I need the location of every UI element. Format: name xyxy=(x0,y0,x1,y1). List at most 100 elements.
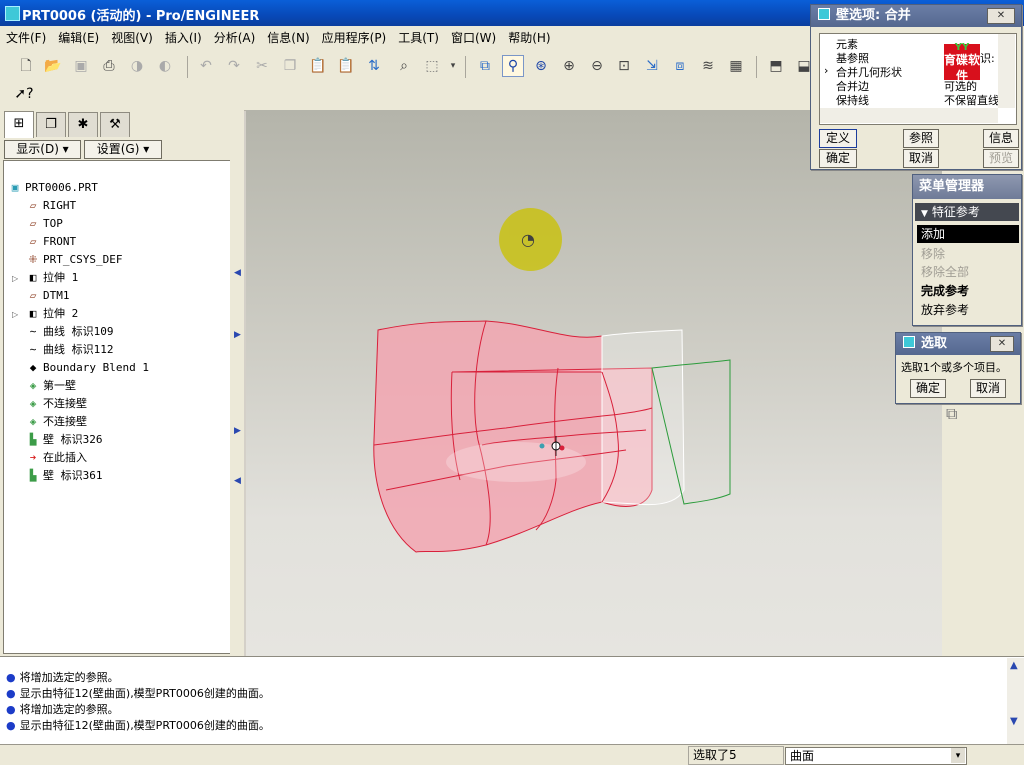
element-row-name[interactable]: 保持线 xyxy=(836,92,869,108)
cancel-button[interactable]: 取消 xyxy=(970,379,1006,398)
tree-item[interactable]: ∼ 曲线 标识112 xyxy=(26,341,114,359)
model-surfaces[interactable] xyxy=(246,110,942,656)
orient-mode-icon[interactable]: ⊛ xyxy=(531,56,551,76)
connections-tab-icon[interactable]: ⚒ xyxy=(100,112,130,137)
csys-icon: ⁜ xyxy=(28,253,38,266)
new-file-icon[interactable]: 🗋 xyxy=(16,56,36,76)
tree-item[interactable]: ◆ Boundary Blend 1 xyxy=(26,359,149,377)
expand-arrow-icon[interactable]: ▶ xyxy=(234,426,241,436)
tree-item[interactable]: ➔ 在此插入 xyxy=(26,449,87,467)
chevron-down-icon[interactable]: ▾ xyxy=(951,748,965,763)
model-tree-tab-icon[interactable]: ⊞ xyxy=(4,111,34,138)
favorites-tab-icon[interactable]: ✱ xyxy=(68,112,98,137)
layer-icon[interactable]: ⧉ xyxy=(946,404,957,424)
tree-item[interactable]: ◧ 拉伸 2 xyxy=(26,305,79,323)
tree-item[interactable]: ⁜ PRT_CSYS_DEF xyxy=(26,251,122,269)
extrude-icon: ◧ xyxy=(29,307,37,320)
find-binoculars-icon[interactable]: ⌕ xyxy=(394,56,414,76)
expand-icon[interactable]: ▷ xyxy=(12,274,18,283)
tree-item[interactable]: ◈ 第一壁 xyxy=(26,377,76,395)
tree-item[interactable]: ▱ TOP xyxy=(26,215,63,233)
copy-icon[interactable]: ❐ xyxy=(280,56,300,76)
selection-box-icon[interactable]: ⬚ xyxy=(422,56,442,76)
menu-tools[interactable]: 工具(T) xyxy=(392,26,445,46)
menu-applications[interactable]: 应用程序(P) xyxy=(316,26,393,46)
print-icon[interactable]: ⎙ xyxy=(99,56,119,76)
graphics-window[interactable] xyxy=(246,110,942,656)
menu-item-done-refs[interactable]: 完成参考 xyxy=(917,282,1019,300)
save-icon[interactable]: ▣ xyxy=(71,56,91,76)
saved-views-icon[interactable]: ⧈ xyxy=(670,56,690,76)
refit-icon[interactable]: ⊡ xyxy=(614,56,634,76)
show-dropdown[interactable]: 显示(D) ▾ xyxy=(4,140,81,159)
horizontal-scrollbar[interactable] xyxy=(820,108,998,123)
reference-button[interactable]: 参照 xyxy=(903,129,939,148)
zoom-out-icon[interactable]: ⊖ xyxy=(587,56,607,76)
collapse-arrow-icon[interactable]: ◀ xyxy=(234,268,241,278)
tree-item[interactable]: ▙ 壁 标识361 xyxy=(26,467,103,485)
zoom-in-icon[interactable]: ⊕ xyxy=(559,56,579,76)
tree-item[interactable]: ▙ 壁 标识326 xyxy=(26,431,103,449)
scroll-down-icon[interactable]: ▼ xyxy=(1010,716,1018,727)
menu-insert[interactable]: 插入(I) xyxy=(159,26,208,46)
repaint-icon[interactable]: ⧉ xyxy=(475,56,495,76)
collapse-arrow-icon[interactable]: ◀ xyxy=(234,476,241,486)
layers-icon[interactable]: ≋ xyxy=(698,56,718,76)
cut-icon[interactable]: ✂ xyxy=(252,56,272,76)
tree-item[interactable]: ▱ DTM1 xyxy=(26,287,70,305)
cancel-button[interactable]: 取消 xyxy=(903,149,939,168)
send-icon[interactable]: ◑ xyxy=(127,56,147,76)
menu-analysis[interactable]: 分析(A) xyxy=(208,26,262,46)
menu-info[interactable]: 信息(N) xyxy=(261,26,315,46)
menu-help[interactable]: 帮助(H) xyxy=(502,26,556,46)
expand-icon[interactable]: ▷ xyxy=(12,310,18,319)
view-manager-icon[interactable]: ▦ xyxy=(726,56,746,76)
paste-special-icon[interactable]: 📋 xyxy=(336,56,356,76)
redo-icon[interactable]: ↷ xyxy=(224,56,244,76)
chevron-down-icon[interactable]: ▾ xyxy=(443,56,463,76)
expand-arrow-icon[interactable]: ▶ xyxy=(234,330,241,340)
tree-item[interactable]: ◈ 不连接壁 xyxy=(26,413,87,431)
send-mail-icon[interactable]: ◐ xyxy=(155,56,175,76)
menu-manager-title[interactable]: 菜单管理器 xyxy=(913,175,1021,199)
menu-item-add[interactable]: 添加 xyxy=(917,225,1019,243)
message-scrollbar[interactable]: ▲ ▼ xyxy=(1007,658,1024,744)
curve-icon: ∼ xyxy=(29,325,37,338)
ok-button[interactable]: 确定 xyxy=(819,149,857,168)
element-list[interactable]: 元素 基参照 › 合并几何形状 合并边 保持线 识: 可选的 不保留直线 YY 育… xyxy=(819,33,1017,125)
panel-splitter[interactable]: ◀ ▶ ▶ ◀ xyxy=(230,110,244,656)
menu-window[interactable]: 窗口(W) xyxy=(445,26,502,46)
open-folder-icon[interactable]: 📂 xyxy=(43,56,63,76)
spin-center-icon[interactable]: ⚲ xyxy=(502,55,524,77)
menu-view[interactable]: 视图(V) xyxy=(105,26,159,46)
close-button[interactable]: ✕ xyxy=(987,8,1015,24)
vertical-scrollbar[interactable] xyxy=(998,34,1015,108)
menu-item-remove-all[interactable]: 移除全部 xyxy=(917,263,1019,281)
tree-item[interactable]: ∼ 曲线 标识109 xyxy=(26,323,114,341)
scroll-up-icon[interactable]: ▲ xyxy=(1010,660,1018,671)
menu-section-header[interactable]: ▼ 特征参考 xyxy=(915,203,1019,221)
tree-item[interactable]: ▣ PRT0006.PRT xyxy=(8,179,98,197)
tree-item[interactable]: ▱ RIGHT xyxy=(26,197,76,215)
wireframe-icon[interactable]: ⬒ xyxy=(766,56,786,76)
context-help-icon[interactable]: ➚? xyxy=(14,84,34,104)
paste-icon[interactable]: 📋 xyxy=(308,56,328,76)
settings-dropdown[interactable]: 设置(G) ▾ xyxy=(84,140,162,159)
define-button[interactable]: 定义 xyxy=(819,129,857,148)
regenerate-icon[interactable]: ⇅ xyxy=(364,56,384,76)
menu-item-remove[interactable]: 移除 xyxy=(917,245,1019,263)
menu-item-quit-refs[interactable]: 放弃参考 xyxy=(917,301,1019,319)
menu-file[interactable]: 文件(F) xyxy=(0,26,52,46)
menu-edit[interactable]: 编辑(E) xyxy=(52,26,105,46)
filter-select[interactable]: 曲面 ▾ xyxy=(785,747,967,765)
tree-item[interactable]: ◈ 不连接壁 xyxy=(26,395,87,413)
preview-button[interactable]: 预览 xyxy=(983,149,1019,168)
undo-icon[interactable]: ↶ xyxy=(196,56,216,76)
tree-item[interactable]: ▱ FRONT xyxy=(26,233,76,251)
reorient-icon[interactable]: ⇲ xyxy=(642,56,662,76)
close-button[interactable]: ✕ xyxy=(990,336,1014,352)
tree-item[interactable]: ◧ 拉伸 1 xyxy=(26,269,79,287)
info-button[interactable]: 信息 xyxy=(983,129,1019,148)
folder-browser-tab-icon[interactable]: ❐ xyxy=(36,112,66,137)
ok-button[interactable]: 确定 xyxy=(910,379,946,398)
